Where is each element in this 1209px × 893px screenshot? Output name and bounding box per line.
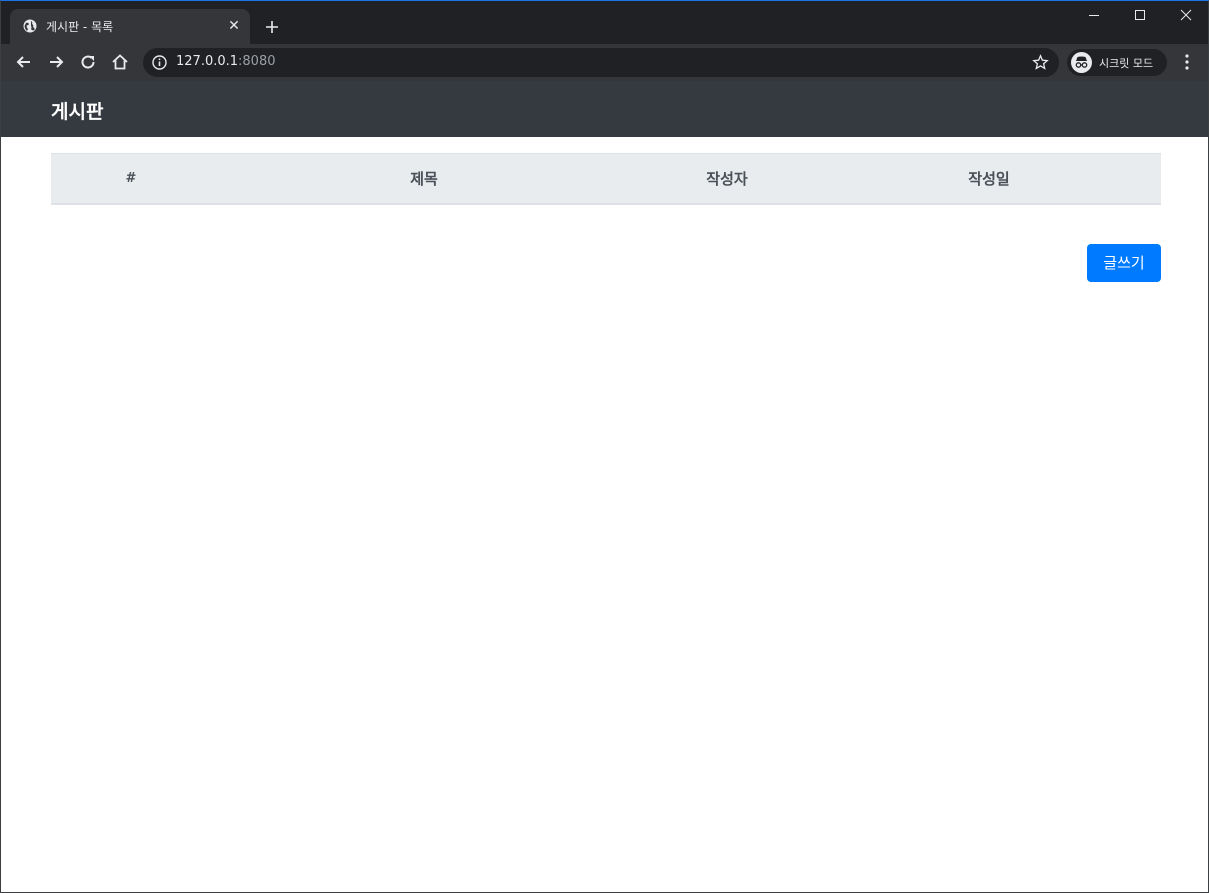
bookmark-star-icon[interactable] bbox=[1032, 54, 1049, 71]
browser-tab[interactable]: 게시판 - 목록 ✕ bbox=[10, 9, 250, 44]
tab-strip: 게시판 - 목록 ✕ bbox=[1, 1, 1208, 44]
incognito-icon bbox=[1071, 52, 1092, 73]
navbar-brand[interactable]: 게시판 bbox=[51, 97, 103, 124]
incognito-label: 시크릿 모드 bbox=[1099, 57, 1154, 70]
home-icon[interactable] bbox=[110, 52, 130, 72]
browser-toolbar: 127.0.0.1:8080 시크릿 모드 bbox=[1, 44, 1208, 81]
maximize-icon[interactable] bbox=[1130, 5, 1150, 25]
back-arrow-icon[interactable] bbox=[14, 52, 34, 72]
header-title: 제목 bbox=[211, 153, 637, 205]
address-bar[interactable]: 127.0.0.1:8080 bbox=[143, 48, 1059, 77]
header-number: # bbox=[51, 153, 211, 205]
write-post-button[interactable]: 글쓰기 bbox=[1087, 244, 1161, 282]
close-tab-icon[interactable]: ✕ bbox=[226, 18, 242, 34]
table-header-row: # 제목 작성자 작성일 bbox=[51, 153, 1161, 205]
board-table: # 제목 작성자 작성일 bbox=[51, 153, 1161, 205]
header-date: 작성일 bbox=[817, 153, 1161, 205]
incognito-profile-button[interactable]: 시크릿 모드 bbox=[1067, 49, 1167, 76]
tab-title: 게시판 - 목록 bbox=[46, 20, 114, 34]
url-host: 127.0.0.1 bbox=[176, 54, 239, 69]
reload-icon[interactable] bbox=[78, 52, 98, 72]
url-port: :8080 bbox=[238, 54, 276, 69]
navbar: 게시판 bbox=[1, 81, 1208, 137]
close-window-icon[interactable] bbox=[1176, 5, 1196, 25]
browser-window: 게시판 - 목록 ✕ 127.0.0.1:8080 시크릿 모드 게시판 # 제… bbox=[0, 0, 1209, 893]
minimize-icon[interactable] bbox=[1084, 5, 1104, 25]
globe-icon bbox=[23, 19, 37, 33]
new-tab-icon[interactable] bbox=[262, 17, 282, 37]
info-icon[interactable] bbox=[152, 55, 167, 70]
more-menu-icon[interactable] bbox=[1179, 52, 1195, 72]
forward-arrow-icon[interactable] bbox=[46, 52, 66, 72]
url-text: 127.0.0.1:8080 bbox=[176, 54, 276, 69]
header-author: 작성자 bbox=[637, 153, 817, 205]
